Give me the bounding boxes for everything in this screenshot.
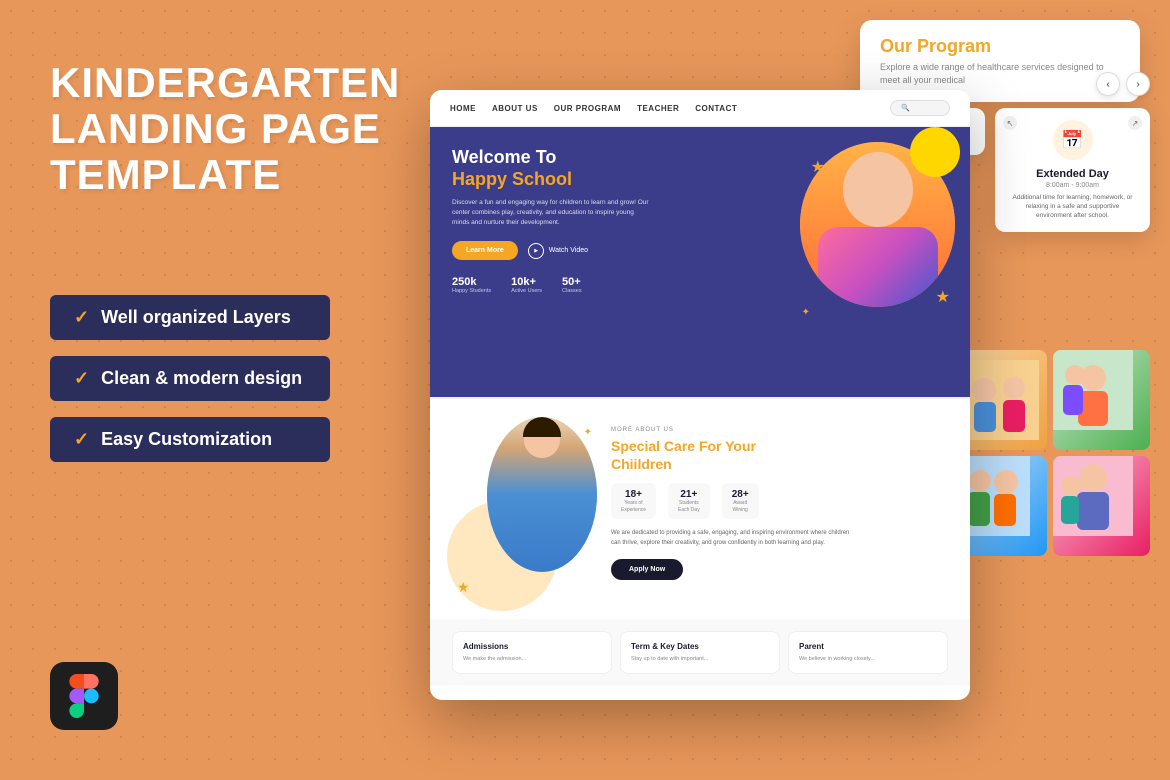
stat-users-label: Active Users: [511, 288, 542, 294]
card-admissions-desc: We make the admission...: [463, 655, 601, 663]
photo-4: [1053, 456, 1150, 556]
card-term-dates: Term & Key Dates Stay up to date with im…: [620, 631, 780, 674]
extended-day-description: Additional time for learning, homework, …: [1007, 193, 1138, 220]
feature-item-custom: ✓ Easy Customization: [50, 417, 330, 462]
about-stat-awards: 28+ AwardWining: [722, 483, 759, 519]
photo-2: [1053, 350, 1150, 450]
stat-students-label: Happy Students: [452, 288, 491, 294]
check-icon-3: ✓: [74, 429, 89, 450]
about-description: We are dedicated to providing a safe, en…: [611, 529, 851, 548]
child-body: [818, 227, 938, 307]
about-label: MORE ABOUT US: [611, 427, 851, 433]
nav-about[interactable]: ABOUT US: [492, 104, 538, 113]
nav-teacher[interactable]: TEACHER: [637, 104, 679, 113]
nav-home[interactable]: HOME: [450, 104, 476, 113]
check-icon-1: ✓: [74, 307, 89, 328]
calendar-icon: 📅: [1061, 130, 1083, 151]
hero-image-area: ★ ★ ✦: [795, 137, 955, 327]
photo-grid: [950, 350, 1150, 556]
figma-logo: [50, 662, 118, 730]
hero-buttons: Learn More Watch Video: [452, 241, 652, 260]
extended-day-title: Extended Day: [1007, 168, 1138, 180]
features-list: ✓ Well organized Layers ✓ Clean & modern…: [50, 295, 330, 462]
hero-description: Discover a fun and engaging way for chil…: [452, 198, 652, 227]
search-box[interactable]: 🔍: [890, 100, 950, 116]
feature-item-layers: ✓ Well organized Layers: [50, 295, 330, 340]
photo-bg-4: [1053, 456, 1150, 556]
play-icon: [528, 243, 544, 259]
hero-section: Welcome To Happy School Discover a fun a…: [430, 127, 970, 397]
person-hair: [523, 417, 561, 437]
about-title: Special Care For Your Chiildren: [611, 437, 851, 473]
stat-classes-label: Classes: [562, 288, 582, 294]
card-parent-title: Parent: [799, 642, 937, 651]
watch-video-button[interactable]: Watch Video: [528, 243, 588, 259]
feature-label-1: Well organized Layers: [101, 307, 291, 328]
card-parent: Parent We believe in working closely...: [788, 631, 948, 674]
stat-users: 10k+ Active Users: [511, 276, 542, 294]
about-star-2: ✦: [584, 427, 592, 438]
stat-students-number: 250k: [452, 276, 491, 288]
about-stats: 18+ Years ofExperience 21+ StudentsEach …: [611, 483, 851, 519]
ext-right-arrow: ↗: [1128, 116, 1142, 130]
about-image-container: ★ ✦: [452, 417, 597, 601]
photo-1-graphic: [959, 360, 1039, 440]
card-admissions-title: Admissions: [463, 642, 601, 651]
learn-more-button[interactable]: Learn More: [452, 241, 518, 260]
hero-title: Welcome To Happy School: [452, 147, 652, 190]
feature-label-3: Easy Customization: [101, 429, 272, 450]
star-decoration-2: ★: [936, 287, 950, 307]
about-content: MORE ABOUT US Special Care For Your Chii…: [611, 417, 851, 601]
stat-users-number: 10k+: [511, 276, 542, 288]
program-card-title: Our Program: [880, 36, 1120, 57]
nav-arrows: ‹ ›: [1096, 72, 1150, 96]
nav-program[interactable]: OUR PROGRAM: [554, 104, 621, 113]
photo-4-graphic: [1053, 456, 1133, 536]
stat-classes-number: 50+: [562, 276, 582, 288]
hero-text: Welcome To Happy School: [452, 147, 652, 190]
photo-bg-2: [1053, 350, 1150, 450]
stat-students: 250k Happy Students: [452, 276, 491, 294]
hero-stats: 250k Happy Students 10k+ Active Users 50…: [452, 276, 652, 294]
bottom-cards: Admissions We make the admission... Term…: [430, 619, 970, 686]
mock-navbar: HOME ABOUT US OUR PROGRAM TEACHER CONTAC…: [430, 90, 970, 127]
figma-icon: [68, 674, 100, 718]
main-title: KINDERGARTEN LANDING PAGE TEMPLATE: [50, 60, 400, 199]
apply-now-button[interactable]: Apply Now: [611, 559, 683, 580]
program-card-description: Explore a wide range of healthcare servi…: [880, 61, 1120, 86]
card-parent-desc: We believe in working closely...: [799, 655, 937, 663]
ext-left-arrow: ↖: [1003, 116, 1017, 130]
star-decoration-3: ✦: [802, 307, 810, 318]
extended-day-card: ↖ ↗ 📅 Extended Day 8:00am - 9:00am Addit…: [995, 108, 1150, 232]
about-star-1: ★: [457, 579, 470, 596]
card-term-desc: Stay up to date with important...: [631, 655, 769, 663]
next-arrow-button[interactable]: ›: [1126, 72, 1150, 96]
feature-label-2: Clean & modern design: [101, 368, 302, 389]
child-face: [843, 152, 913, 227]
title-block: KINDERGARTEN LANDING PAGE TEMPLATE: [50, 60, 400, 199]
prev-arrow-button[interactable]: ‹: [1096, 72, 1120, 96]
calendar-icon-circle: 📅: [1053, 120, 1093, 160]
about-stat-experience: 18+ Years ofExperience: [611, 483, 656, 519]
nav-contact[interactable]: CONTACT: [695, 104, 737, 113]
website-mockup: HOME ABOUT US OUR PROGRAM TEACHER CONTAC…: [430, 90, 970, 700]
left-panel: KINDERGARTEN LANDING PAGE TEMPLATE ✓ Wel…: [0, 0, 450, 780]
card-term-title: Term & Key Dates: [631, 642, 769, 651]
about-section: ★ ✦ MORE ABOUT US Special Care For Your …: [430, 399, 970, 619]
photo-2-graphic: [1053, 350, 1133, 430]
check-icon-2: ✓: [74, 368, 89, 389]
star-decoration-1: ★: [811, 157, 825, 177]
about-photo: [487, 417, 597, 572]
feature-item-design: ✓ Clean & modern design: [50, 356, 330, 401]
stat-classes: 50+ Classes: [562, 276, 582, 294]
card-admissions: Admissions We make the admission...: [452, 631, 612, 674]
about-stat-students: 21+ StudentsEach Day: [668, 483, 710, 519]
sun-decoration: [910, 127, 960, 177]
person-image: [487, 417, 597, 572]
extended-day-time: 8:00am - 9:00am: [1007, 182, 1138, 189]
